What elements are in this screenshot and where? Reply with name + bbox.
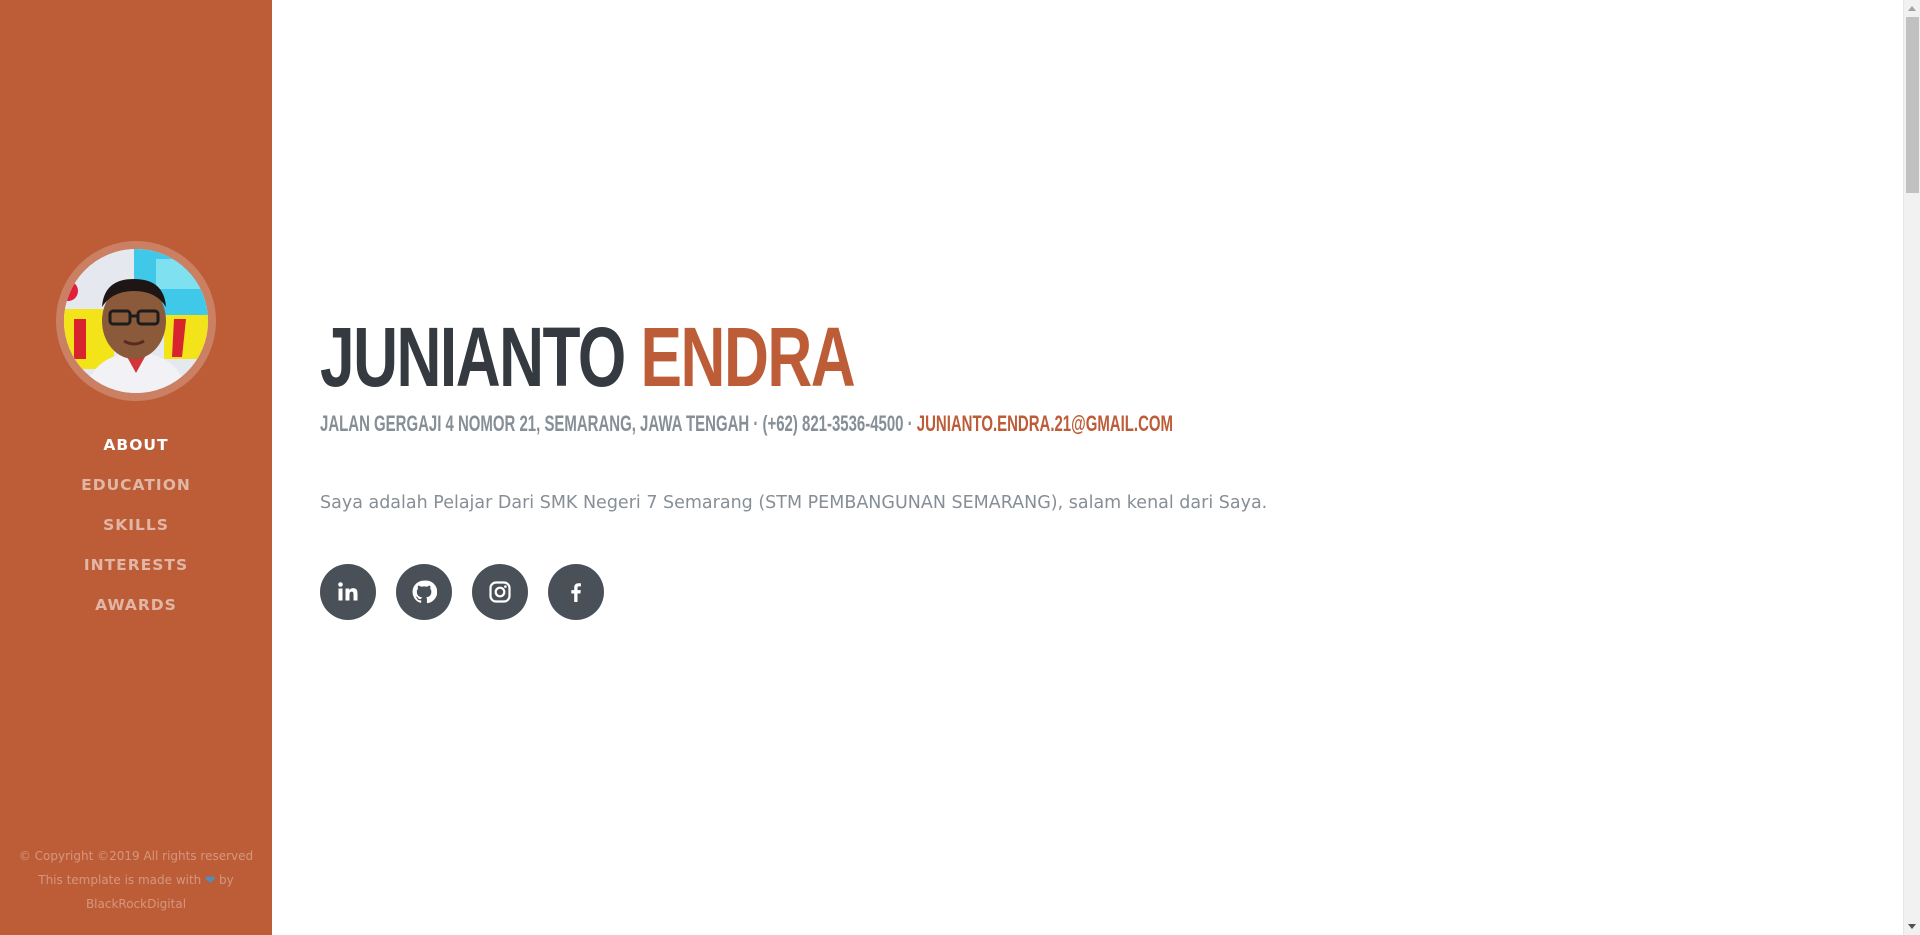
bio-text: Saya adalah Pelajar Dari SMK Negeri 7 Se… bbox=[320, 493, 1268, 513]
scroll-down-arrow-icon[interactable] bbox=[1908, 924, 1916, 929]
last-name: ENDRA bbox=[640, 310, 856, 404]
nav-link-education[interactable]: EDUCATION bbox=[81, 476, 191, 494]
nav-link-awards[interactable]: AWARDS bbox=[95, 596, 177, 614]
page-title: JUNIANTO ENDRA bbox=[320, 310, 856, 404]
linkedin-button[interactable] bbox=[320, 564, 376, 620]
github-button[interactable] bbox=[396, 564, 452, 620]
scroll-up-arrow-icon[interactable] bbox=[1908, 6, 1916, 11]
nav-item-about: ABOUT bbox=[0, 425, 272, 465]
social-icons bbox=[320, 564, 604, 620]
linkedin-icon bbox=[338, 582, 358, 601]
footer-credit: This template is made with ❤ by bbox=[0, 868, 272, 892]
first-name: JUNIANTO bbox=[320, 310, 626, 404]
instagram-button[interactable] bbox=[472, 564, 528, 620]
page-scrollbar[interactable] bbox=[1903, 0, 1920, 935]
instagram-icon bbox=[489, 581, 511, 603]
contact-address: JALAN GERGAJI 4 NOMOR 21, SEMARANG, JAWA… bbox=[320, 411, 750, 436]
contact-phone: (+62) 821-3536-4500 bbox=[762, 411, 904, 436]
sidebar-footer: © Copyright ©2019 All rights reserved Th… bbox=[0, 844, 272, 916]
contact-separator: · bbox=[903, 411, 917, 436]
nav-item-skills: SKILLS bbox=[0, 505, 272, 545]
heart-icon: ❤ bbox=[205, 873, 216, 887]
sidebar-nav: ABOUT EDUCATION SKILLS INTERESTS AWARDS bbox=[0, 425, 272, 625]
nav-link-skills[interactable]: SKILLS bbox=[103, 516, 169, 534]
contact-email-link[interactable]: JUNIANTO.ENDRA.21@GMAIL.COM bbox=[917, 411, 1173, 436]
facebook-icon bbox=[571, 583, 581, 602]
nav-item-education: EDUCATION bbox=[0, 465, 272, 505]
nav-item-awards: AWARDS bbox=[0, 585, 272, 625]
profile-avatar-ring bbox=[56, 241, 216, 401]
nav-item-interests: INTERESTS bbox=[0, 545, 272, 585]
footer-made-with-prefix: This template is made with bbox=[38, 873, 202, 887]
scroll-thumb[interactable] bbox=[1906, 17, 1919, 193]
footer-author[interactable]: BlackRockDigital bbox=[0, 892, 272, 916]
facebook-button[interactable] bbox=[548, 564, 604, 620]
sidebar: ABOUT EDUCATION SKILLS INTERESTS AWARDS … bbox=[0, 0, 272, 935]
footer-copyright: © Copyright ©2019 All rights reserved bbox=[18, 849, 254, 863]
nav-link-about[interactable]: ABOUT bbox=[103, 436, 168, 454]
github-icon bbox=[412, 580, 437, 604]
contact-separator: · bbox=[749, 411, 763, 436]
contact-subheading: JALAN GERGAJI 4 NOMOR 21, SEMARANG, JAWA… bbox=[320, 410, 1173, 438]
profile-avatar[interactable] bbox=[64, 249, 208, 393]
footer-made-with-suffix: by bbox=[219, 873, 234, 887]
avatar-photo bbox=[64, 249, 208, 393]
nav-link-interests[interactable]: INTERESTS bbox=[84, 556, 188, 574]
